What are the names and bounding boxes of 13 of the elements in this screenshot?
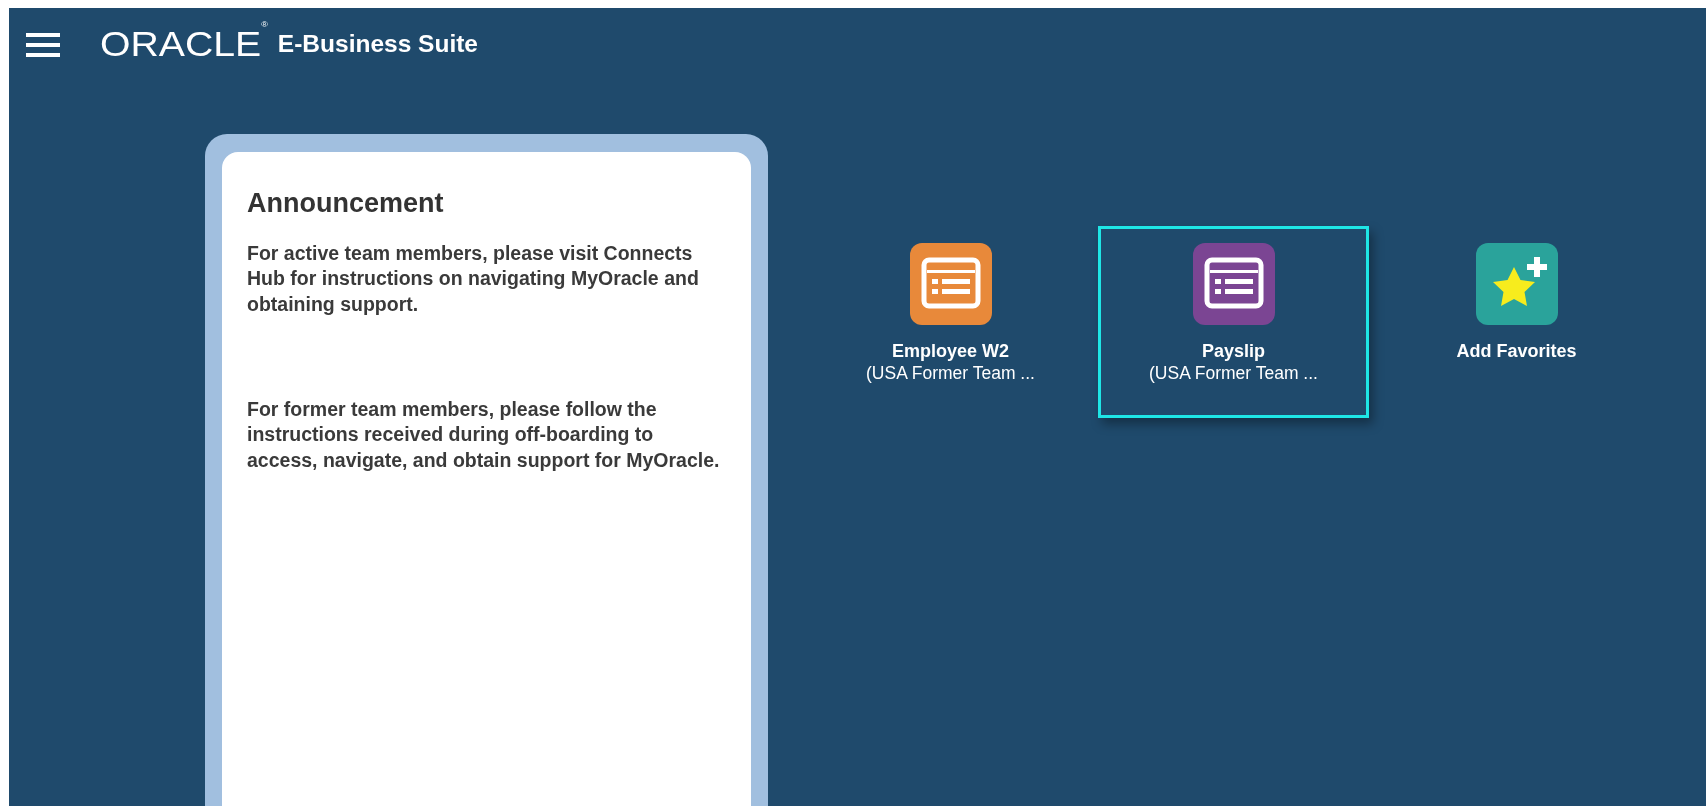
app-tile[interactable]: Employee W2 (USA Former Team ...: [815, 226, 1086, 418]
announcement-text: For active team members, please visit Connects Hub for instructions on navigating MyOracle and obtaining support.: [247, 241, 700, 317]
tile-sublabel: (USA Former Team ...: [866, 362, 1035, 384]
announcement-text: For former team members, please follow the instructions received during off-boarding to access, navigate, and obtain support for MyOracle.: [247, 397, 721, 473]
tile-label: Payslip: [1201, 340, 1265, 362]
tile-sublabel: (USA Former Team ...: [1149, 362, 1318, 384]
menu-icon[interactable]: [26, 32, 60, 58]
app-tile[interactable]: Add Favorites: [1381, 226, 1652, 418]
app-tile[interactable]: Payslip (USA Former Team ...: [1098, 226, 1369, 418]
product-name: E-Business Suite: [277, 30, 478, 58]
tile-label: Employee W2: [891, 340, 1009, 362]
tile-label: Add Favorites: [1456, 340, 1577, 362]
announcement-title: Announcement: [247, 188, 445, 219]
